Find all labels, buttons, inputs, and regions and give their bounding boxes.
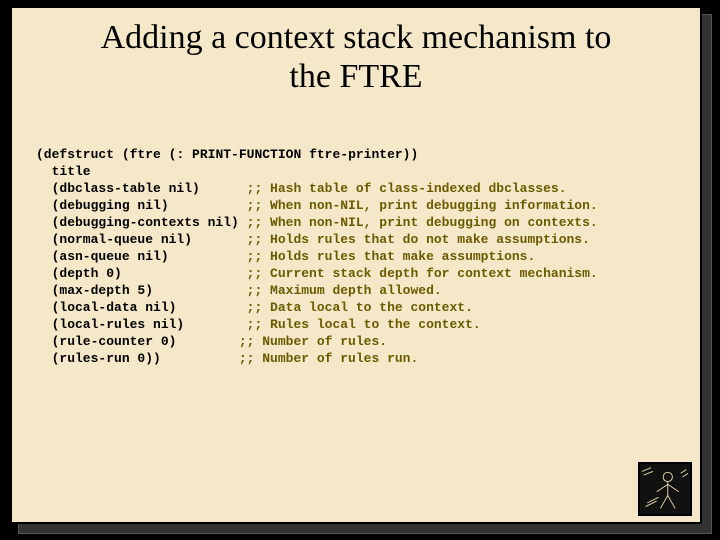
title-line-1: Adding a context stack mechanism to	[101, 19, 612, 56]
code-l12a: (rule-counter 0)	[36, 334, 239, 349]
slide: Adding a context stack mechanism to the …	[10, 6, 702, 524]
figure-svg	[640, 464, 690, 514]
code-l8a: (depth 0)	[36, 266, 247, 281]
code-l9a: (max-depth 5)	[36, 283, 247, 298]
code-l4-comment: ;; When non-NIL, print debugging informa…	[247, 198, 598, 213]
code-l1c: (: PRINT-FUNCTION ftre-printer))	[161, 147, 418, 162]
code-l13-comment: ;; Number of rules run.	[239, 351, 418, 366]
title-line-2: the FTRE	[289, 58, 422, 95]
code-l9-comment: ;; Maximum depth allowed.	[247, 283, 442, 298]
code-l1-keyword: ftre	[130, 147, 161, 162]
slide-title: Adding a context stack mechanism to the …	[12, 18, 700, 96]
code-l5a: (debugging-contexts nil)	[36, 215, 247, 230]
code-l7a: (asn-queue nil)	[36, 249, 247, 264]
code-l6-comment: ;; Holds rules that do not make assumpti…	[247, 232, 590, 247]
code-l11-comment: ;; Rules local to the context.	[247, 317, 481, 332]
code-l10a: (local-data nil)	[36, 300, 247, 315]
code-l3-comment: ;; Hash table of class-indexed dbclasses…	[247, 181, 567, 196]
code-l2: title	[36, 164, 91, 179]
code-l13a: (rules-run 0))	[36, 351, 239, 366]
code-l6a: (normal-queue nil)	[36, 232, 247, 247]
corner-illustration-icon	[638, 462, 692, 516]
code-l11a: (local-rules nil)	[36, 317, 247, 332]
code-l12-comment: ;; Number of rules.	[239, 334, 387, 349]
code-block: (defstruct (ftre (: PRINT-FUNCTION ftre-…	[36, 146, 598, 367]
code-l7-comment: ;; Holds rules that make assumptions.	[247, 249, 536, 264]
code-l3a: (dbclass-table nil)	[36, 181, 247, 196]
code-l5-comment: ;; When non-NIL, print debugging on cont…	[247, 215, 598, 230]
code-l8-comment: ;; Current stack depth for context mecha…	[247, 266, 598, 281]
code-l10-comment: ;; Data local to the context.	[247, 300, 473, 315]
code-l1a: (defstruct (	[36, 147, 130, 162]
code-l4a: (debugging nil)	[36, 198, 247, 213]
slide-container: Adding a context stack mechanism to the …	[10, 6, 710, 532]
